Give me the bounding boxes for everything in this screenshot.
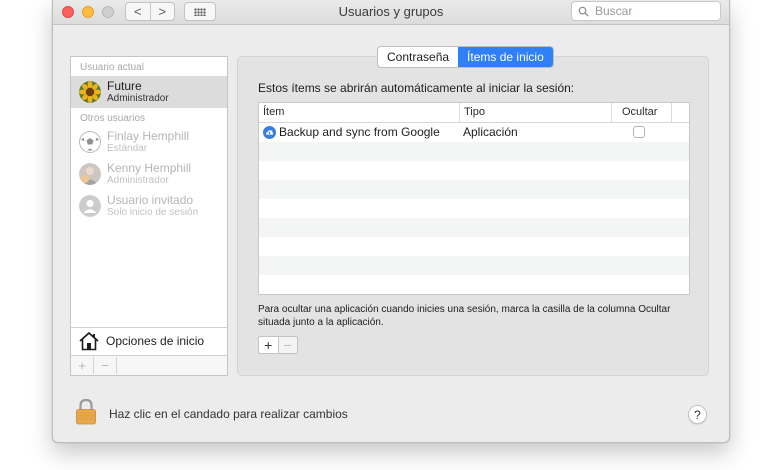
table-row-empty — [259, 180, 689, 199]
sidebar-button-bar: + − — [71, 355, 227, 375]
user-row-future[interactable]: Future Administrador — [71, 76, 227, 108]
title-bar: < > Usuarios y grupos — [53, 0, 729, 25]
login-options-label: Opciones de inicio — [106, 334, 205, 348]
table-row-empty — [259, 199, 689, 218]
remove-item-button[interactable]: − — [278, 337, 297, 353]
search-icon — [578, 6, 589, 17]
column-header-spacer — [671, 103, 689, 122]
lock-icon[interactable] — [75, 398, 97, 425]
type-cell: Aplicación — [463, 125, 518, 139]
generic-user-avatar — [79, 195, 101, 217]
user-role: Estándar — [107, 143, 148, 154]
user-row-kenny[interactable]: Kenny Hemphill Administrador — [71, 158, 227, 190]
remove-user-button[interactable]: − — [94, 357, 117, 374]
users-sidebar: Usuario actual Future Administrador Otro… — [70, 56, 228, 376]
column-header-type[interactable]: Tipo — [459, 103, 611, 122]
hide-hint-text: Para ocultar una aplicación cuando inici… — [258, 304, 671, 328]
house-icon — [79, 332, 99, 351]
soccer-ball-avatar — [79, 131, 101, 153]
user-row-finlay[interactable]: Finlay Hemphill Estándar — [71, 126, 227, 158]
table-row-empty — [259, 256, 689, 275]
table-row-empty — [259, 142, 689, 161]
user-role: Administrador — [107, 175, 169, 186]
add-item-button[interactable]: + — [259, 337, 279, 353]
user-name: Usuario invitado — [107, 193, 194, 207]
help-button[interactable]: ? — [688, 405, 707, 424]
search-field[interactable] — [571, 1, 721, 21]
user-name: Finlay Hemphill — [107, 129, 190, 143]
column-header-hide[interactable]: Ocultar — [611, 103, 671, 122]
tab-password[interactable]: Contraseña — [378, 47, 458, 67]
user-name: Future — [107, 79, 142, 93]
user-name: Kenny Hemphill — [107, 161, 192, 175]
tab-bar: Contraseña Ítems de inicio — [377, 46, 554, 68]
login-items-table: Ítem Tipo Ocultar Backup and sync from G… — [258, 102, 690, 295]
google-backup-cloud-icon — [263, 125, 276, 139]
users-list: Usuario actual Future Administrador Otro… — [71, 57, 227, 327]
add-user-button[interactable]: + — [71, 357, 94, 374]
table-row-empty — [259, 161, 689, 180]
search-input[interactable] — [593, 3, 717, 19]
hide-checkbox[interactable] — [633, 126, 645, 138]
preferences-window: < > Usuarios y grupos Usuario actual — [52, 0, 730, 443]
other-users-label: Otros usuarios — [80, 113, 146, 124]
table-row-empty — [259, 237, 689, 256]
item-name: Backup and sync from Google — [279, 125, 440, 139]
table-row-empty — [259, 275, 689, 294]
item-add-remove-buttons: + − — [258, 336, 298, 354]
user-row-guest[interactable]: Usuario invitado Solo inicio de sesión — [71, 190, 227, 222]
login-items-panel: Estos ítems se abrirán automáticamente a… — [237, 56, 709, 376]
lock-message: Haz clic en el candado para realizar cam… — [109, 407, 348, 421]
photo-avatar — [79, 163, 101, 185]
table-row[interactable]: Backup and sync from Google Aplicación — [259, 123, 689, 142]
sunflower-avatar — [79, 81, 101, 103]
table-header: Ítem Tipo Ocultar — [259, 103, 689, 123]
tab-login-items[interactable]: Ítems de inicio — [458, 47, 553, 67]
user-role: Solo inicio de sesión — [107, 207, 199, 218]
table-row-empty — [259, 218, 689, 237]
column-header-item[interactable]: Ítem — [259, 103, 459, 122]
login-options-item[interactable]: Opciones de inicio — [71, 327, 227, 355]
item-cell: Backup and sync from Google — [263, 125, 440, 139]
user-role: Administrador — [107, 93, 169, 104]
panel-heading: Estos ítems se abrirán automáticamente a… — [258, 81, 575, 95]
current-user-label: Usuario actual — [80, 62, 144, 73]
